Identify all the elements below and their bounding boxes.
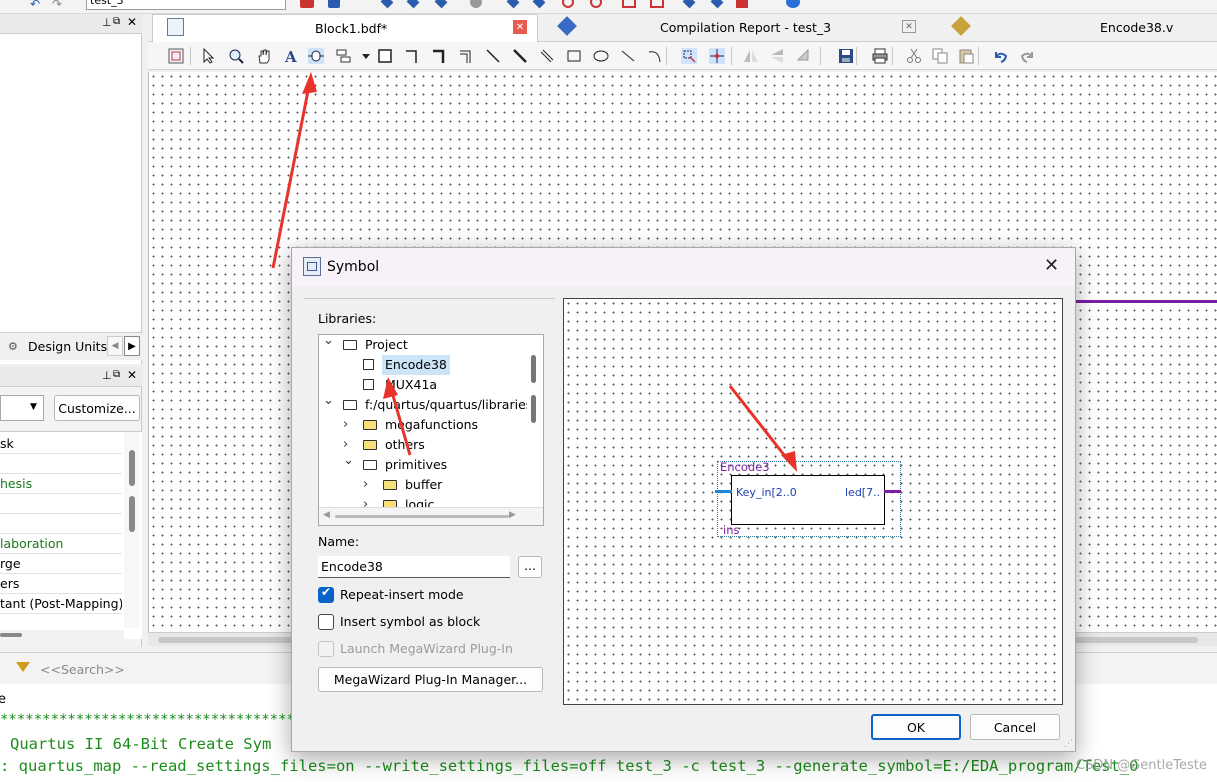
annotation-arrow-toolbar — [271, 72, 317, 269]
annotation-arrow-preview — [728, 385, 797, 472]
annotation-arrows — [271, 72, 797, 472]
annotation-arrow-tree — [383, 377, 412, 456]
